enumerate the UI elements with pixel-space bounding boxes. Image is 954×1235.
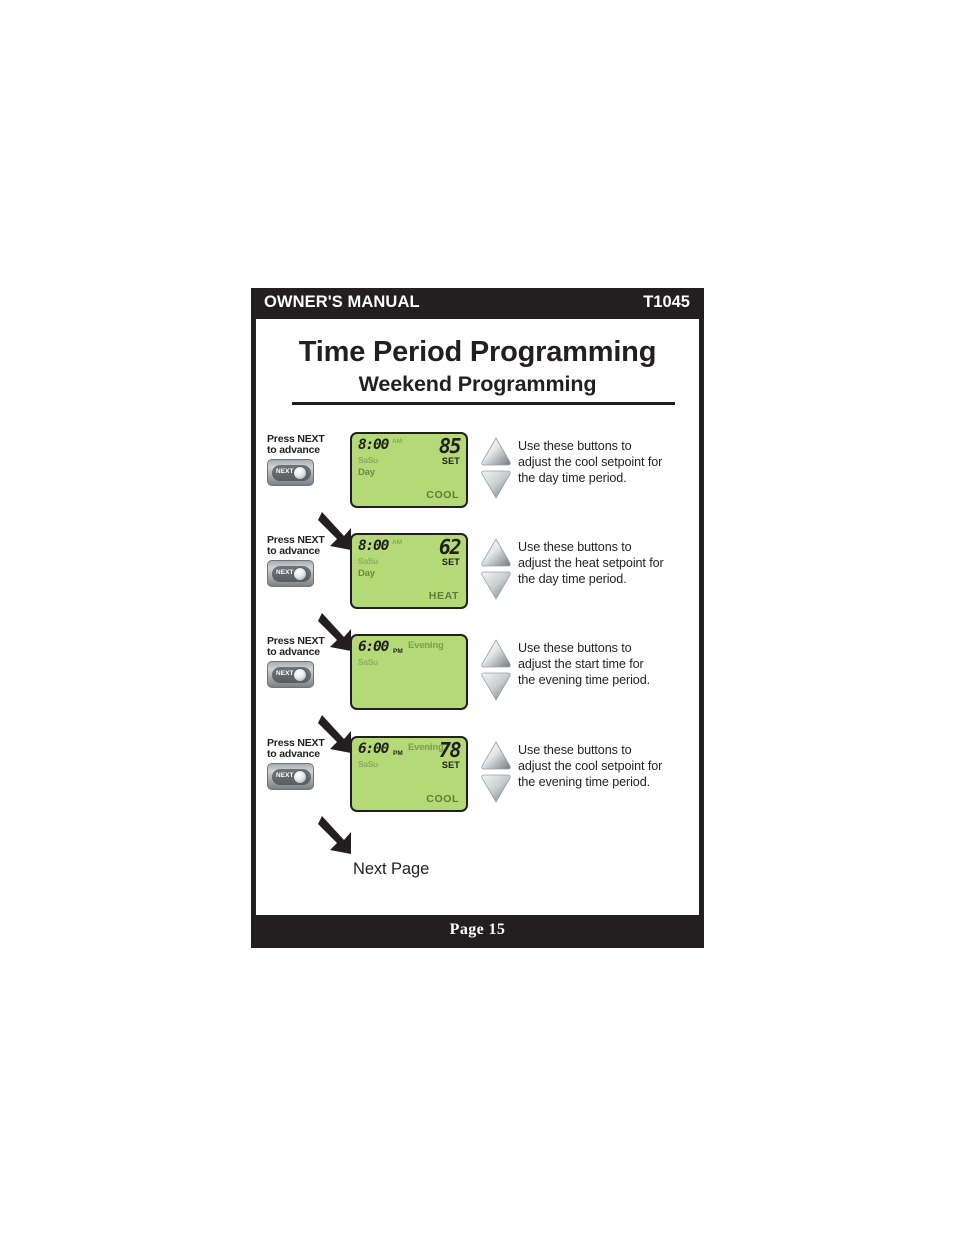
- next-button-knob[interactable]: [293, 770, 307, 784]
- step-instruction: Use these buttons to adjust the heat setp…: [518, 539, 698, 588]
- up-down-buttons[interactable]: [480, 537, 512, 601]
- next-button[interactable]: NEXT: [267, 763, 314, 790]
- page-header: OWNER'S MANUAL T1045: [251, 288, 704, 319]
- display-mode: COOL: [426, 793, 459, 805]
- instruction-line: adjust the heat setpoint for: [518, 556, 664, 571]
- display-period-label: Evening: [408, 640, 444, 651]
- display-days: SaSu: [358, 455, 379, 465]
- display-setpoint: 62: [438, 535, 462, 559]
- thermostat-display: 8:00 AM SaSu Day 85 SET COOL: [350, 432, 468, 508]
- press-next-instruction: Press NEXT to advance: [267, 738, 339, 760]
- display-setpoint: 78: [438, 738, 462, 762]
- manual-page: OWNER'S MANUAL T1045 Time Period Program…: [251, 288, 704, 948]
- display-set-label: SET: [441, 456, 460, 466]
- display-ampm: PM: [393, 648, 403, 655]
- press-next-line2: to advance: [267, 748, 320, 760]
- next-button-knob[interactable]: [293, 466, 307, 480]
- instruction-line: Use these buttons to: [518, 439, 632, 453]
- next-button-knob[interactable]: [293, 668, 307, 682]
- instruction-line: adjust the cool setpoint for: [518, 759, 663, 774]
- thermostat-display: 6:00 PM SaSu Evening: [350, 634, 468, 710]
- next-button-face: NEXT: [272, 465, 311, 481]
- page-footer: Page 15: [251, 915, 704, 948]
- next-button-label: NEXT: [276, 670, 294, 677]
- display-ampm: AM: [392, 438, 403, 445]
- display-period-label: Day: [358, 467, 375, 478]
- step-row: Press NEXT to advance NEXT 8:00 AM SaSu Day 85 S…: [256, 429, 699, 515]
- display-days: SaSu: [358, 657, 379, 667]
- next-button-label: NEXT: [276, 468, 294, 475]
- instruction-line: the evening time period.: [518, 775, 651, 790]
- manual-title: OWNER'S MANUAL: [264, 293, 420, 311]
- display-days: SaSu: [358, 759, 379, 769]
- up-down-buttons[interactable]: [480, 638, 512, 702]
- instruction-line: Use these buttons to: [518, 540, 632, 554]
- press-next-instruction: Press NEXT to advance: [267, 535, 339, 557]
- instruction-line: the day time period.: [518, 471, 627, 486]
- model-number: T1045: [643, 293, 690, 311]
- next-button-label: NEXT: [276, 772, 294, 779]
- step-instruction: Use these buttons to adjust the start tim…: [518, 640, 698, 689]
- display-time: 6:00: [358, 741, 389, 757]
- thermostat-display: 6:00 PM SaSu Evening 78 SET COOL: [350, 736, 468, 812]
- next-button-face: NEXT: [272, 769, 311, 785]
- instruction-line: adjust the start time for: [518, 657, 644, 672]
- display-mode: COOL: [426, 489, 459, 501]
- next-button[interactable]: NEXT: [267, 459, 314, 486]
- instruction-line: the evening time period.: [518, 673, 651, 688]
- next-button-label: NEXT: [276, 569, 294, 576]
- display-time: 6:00: [358, 639, 389, 655]
- page-subtitle: Weekend Programming: [358, 372, 597, 396]
- next-page-label: Next Page: [353, 860, 430, 878]
- display-time: 8:00: [358, 437, 389, 453]
- press-next-line2: to advance: [267, 545, 320, 557]
- up-down-buttons[interactable]: [480, 740, 512, 804]
- display-set-label: SET: [441, 760, 460, 770]
- display-period-label: Day: [358, 568, 375, 579]
- page-number: Page 15: [449, 921, 506, 938]
- press-next-instruction: Press NEXT to advance: [267, 636, 339, 658]
- display-mode: HEAT: [428, 590, 459, 602]
- instruction-line: the day time period.: [518, 572, 627, 587]
- next-button-face: NEXT: [272, 667, 311, 683]
- display-time: 8:00: [358, 538, 389, 554]
- display-days: SaSu: [358, 556, 379, 566]
- press-next-line2: to advance: [267, 444, 320, 456]
- press-next-instruction: Press NEXT to advance: [267, 434, 339, 456]
- step-row: Press NEXT to advance NEXT 8:00 AM SaSu Day 62 S…: [256, 530, 699, 616]
- display-set-label: SET: [441, 557, 460, 567]
- next-button[interactable]: NEXT: [267, 560, 314, 587]
- display-ampm: PM: [393, 750, 403, 757]
- flow-arrow-icon: [318, 813, 358, 857]
- next-button-face: NEXT: [272, 566, 311, 582]
- next-button[interactable]: NEXT: [267, 661, 314, 688]
- instruction-line: adjust the cool setpoint for: [518, 455, 663, 470]
- step-instruction: Use these buttons to adjust the cool setp…: [518, 742, 698, 791]
- page-content: Time Period Programming Weekend Programm…: [256, 319, 699, 915]
- title-divider: [292, 402, 675, 405]
- display-setpoint: 85: [438, 434, 462, 458]
- display-ampm: AM: [392, 539, 403, 546]
- page-title: Time Period Programming: [298, 336, 657, 368]
- thermostat-display: 8:00 AM SaSu Day 62 SET HEAT: [350, 533, 468, 609]
- press-next-line2: to advance: [267, 646, 320, 658]
- instruction-line: Use these buttons to: [518, 641, 632, 655]
- up-down-buttons[interactable]: [480, 436, 512, 500]
- step-instruction: Use these buttons to adjust the cool setp…: [518, 438, 698, 487]
- step-row: Press NEXT to advance NEXT 6:00 PM SaSu Evenin…: [256, 733, 699, 819]
- step-row: Press NEXT to advance NEXT 6:00 PM SaSu Evenin…: [256, 631, 699, 717]
- instruction-line: Use these buttons to: [518, 743, 632, 757]
- next-button-knob[interactable]: [293, 567, 307, 581]
